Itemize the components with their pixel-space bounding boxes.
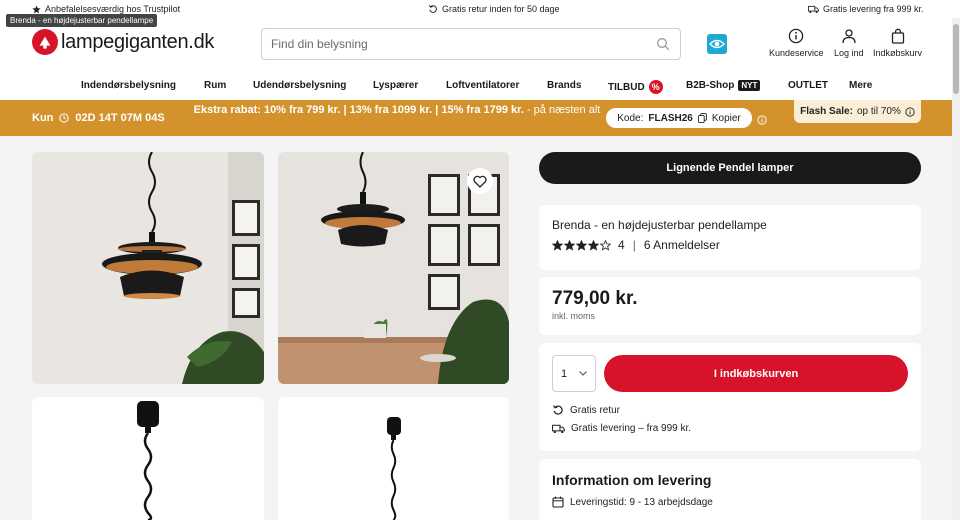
promo-message: Ekstra rabat: 10% fra 799 kr. | 13% fra … — [192, 103, 602, 118]
product-rating[interactable]: 4 | 6 Anmeldelser — [552, 238, 720, 252]
flash-sale-label: Flash Sale: — [800, 106, 853, 117]
delivery-info: Gratis levering fra 999 kr. — [808, 4, 924, 14]
returns-info: Gratis retur inden for 50 dage — [428, 4, 560, 14]
nav-b2b-label: B2B-Shop — [686, 80, 735, 91]
cart-label: Indkøbskurv — [873, 48, 923, 58]
rating-value: 4 — [618, 238, 625, 252]
promo-code-pill[interactable]: Kode: FLASH26 Kopier — [606, 108, 752, 128]
review-count[interactable]: 6 Anmeldelser — [644, 238, 720, 252]
discount-percent-icon: % — [648, 80, 663, 94]
star-icon — [32, 4, 41, 13]
logo-lamp-icon — [32, 29, 58, 55]
delivery-info-card: Information om levering Leveringstid: 9 … — [539, 459, 921, 520]
trustpilot-text: Anbefalelsesværdig hos Trustpilot — [45, 4, 181, 14]
return-arrow-icon — [428, 4, 437, 13]
search-input[interactable] — [262, 29, 642, 59]
nav-b2b-shop[interactable]: B2B-Shop NYT — [686, 80, 761, 91]
product-name: Brenda - en højdejusterbar pendellampe — [552, 218, 767, 232]
nav-brands[interactable]: Brands — [547, 80, 581, 91]
login-button[interactable]: Log ind — [834, 28, 864, 58]
promo-discounts: Ekstra rabat: 10% fra 799 kr. | 13% fra … — [193, 104, 524, 116]
scrollbar-thumb[interactable] — [953, 24, 959, 94]
purchase-card: 1 I indkøbskurven Gratis retur Gratis le… — [539, 343, 921, 451]
copy-button[interactable]: Kopier — [712, 113, 741, 124]
accessibility-eye-icon[interactable] — [707, 34, 727, 54]
new-badge: NYT — [738, 80, 761, 91]
product-title-card: Brenda - en højdejusterbar pendellampe 4… — [539, 205, 921, 270]
product-image-1[interactable] — [32, 152, 264, 384]
product-image-4[interactable] — [278, 397, 509, 520]
price-card: 779,00 kr. inkl. moms — [539, 277, 921, 335]
free-delivery-feature: Gratis levering – fra 999 kr. — [552, 423, 691, 434]
truck-icon — [552, 424, 565, 433]
nav-rooms[interactable]: Rum — [204, 80, 226, 91]
rating-separator: | — [632, 238, 636, 252]
site-logo[interactable]: lampegiganten.dk — [32, 29, 214, 55]
star-empty-icon — [600, 239, 611, 251]
search-box — [261, 28, 681, 60]
promo-info-icon[interactable] — [757, 112, 767, 130]
flash-sale-tab[interactable]: Flash Sale: op til 70% — [794, 100, 921, 123]
login-label: Log ind — [834, 48, 864, 58]
page-scrollbar[interactable] — [952, 18, 960, 520]
customer-service-button[interactable]: Kundeservice — [769, 28, 824, 58]
trustpilot-info[interactable]: Anbefalelsesværdig hos Trustpilot — [32, 4, 180, 14]
nav-more[interactable]: Mere — [849, 80, 872, 91]
cart-button[interactable]: Indkøbskurv — [873, 28, 922, 58]
product-price: 779,00 kr. — [552, 288, 638, 309]
clock-icon — [59, 113, 70, 123]
returns-text: Gratis retur inden for 50 dage — [442, 4, 560, 14]
rating-stars — [552, 239, 611, 251]
flash-sale-value: op til 70% — [856, 106, 901, 117]
delivery-time-line: Leveringstid: 9 - 13 arbejdsdage — [552, 496, 713, 508]
customer-service-label: Kundeservice — [769, 48, 824, 58]
star-filled-icon — [588, 239, 599, 251]
truck-icon — [808, 5, 819, 13]
star-filled-icon — [576, 239, 587, 251]
free-delivery-label: Gratis levering – fra 999 kr. — [571, 423, 692, 434]
promo-message-rest: - på næsten alt — [523, 104, 601, 116]
delivery-text: Gratis levering fra 999 kr. — [823, 4, 924, 14]
star-filled-icon — [552, 239, 563, 251]
countdown-value: 02D 14T 07M 04S — [75, 112, 165, 124]
nav-offers-label: TILBUD — [608, 81, 645, 93]
quantity-value: 1 — [561, 367, 568, 380]
calendar-icon — [552, 496, 564, 508]
logo-text: lampegiganten.dk — [61, 30, 215, 53]
quantity-select[interactable]: 1 — [552, 355, 596, 392]
user-icon — [842, 29, 856, 44]
nav-indoor-lighting[interactable]: Indendørsbelysning — [81, 80, 176, 91]
nav-offers[interactable]: TILBUD % — [608, 80, 663, 94]
delivery-time-text: Leveringstid: 9 - 13 arbejdsdage — [570, 496, 713, 508]
vat-note: inkl. moms — [552, 311, 596, 321]
info-circle-icon — [789, 28, 804, 44]
main-navigation: Indendørsbelysning Rum Udendørsbelysning… — [0, 74, 960, 100]
flash-info-icon — [905, 106, 915, 117]
nav-ceiling-fans[interactable]: Loftventilatorer — [446, 80, 519, 91]
countdown-timer: Kun 02D 14T 07M 04S — [32, 112, 165, 124]
nav-outdoor-lighting[interactable]: Udendørsbelysning — [253, 80, 346, 91]
return-arrow-icon — [552, 405, 563, 415]
free-return-feature: Gratis retur — [552, 404, 620, 416]
promo-code: FLASH26 — [648, 112, 693, 124]
countdown-prefix: Kun — [32, 112, 54, 124]
star-filled-icon — [564, 239, 575, 251]
add-to-cart-button[interactable]: I indkøbskurven — [604, 355, 908, 392]
copy-icon — [697, 113, 707, 123]
code-label: Kode: — [617, 112, 644, 124]
chevron-down-icon — [579, 371, 587, 376]
free-return-label: Gratis retur — [570, 404, 621, 416]
search-icon[interactable] — [656, 37, 670, 56]
similar-lamps-button[interactable]: Lignende Pendel lamper — [539, 152, 921, 184]
nav-outlet[interactable]: OUTLET — [788, 80, 828, 91]
wishlist-heart-icon[interactable] — [467, 168, 493, 194]
delivery-info-title: Information om levering — [552, 472, 712, 488]
product-image-3[interactable] — [32, 397, 264, 520]
nav-light-bulbs[interactable]: Lyspærer — [373, 80, 418, 91]
shopping-bag-icon — [891, 28, 904, 44]
browser-tooltip: Brenda - en højdejusterbar pendellampe — [6, 14, 158, 27]
